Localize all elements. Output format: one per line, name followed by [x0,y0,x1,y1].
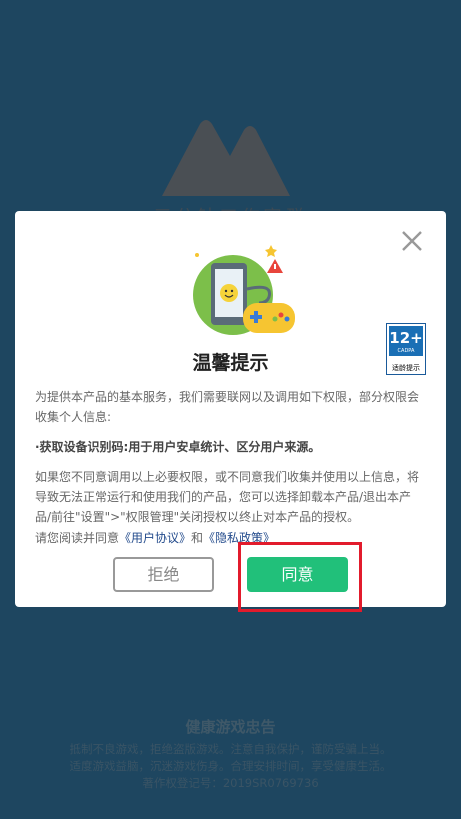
health-advice: 健康游戏忠告 抵制不良游戏，拒绝盗版游戏。注意自我保护，谨防受骗上当。 适度游戏… [0,716,461,792]
health-advice-line: 适度游戏益脑，沉迷游戏伤身。合理安排时间，享受健康生活。 [69,759,392,773]
game-phone-illustration [193,245,295,335]
health-advice-heading: 健康游戏忠告 [185,718,276,736]
health-advice-line: 抵制不良游戏，拒绝盗版游戏。注意自我保护，谨防受骗上当。 [69,742,392,756]
copyright-number: 著作权登记号：2019SR0769736 [142,776,319,790]
dialog-content: 为提供本产品的基本服务，我们需要联网以及调用如下权限，部分权限会收集个人信息: … [35,387,426,537]
accept-button-highlight [238,542,362,612]
agreement-and: 和 [191,531,204,545]
agreement-prefix: 请您阅读并同意 [35,531,120,545]
permission-intro: 为提供本产品的基本服务，我们需要联网以及调用如下权限，部分权限会收集个人信息: [35,390,420,424]
dialog-title: 温馨提示 [192,352,269,374]
permission-item: ·获取设备识别码:用于用户安卓统计、区分用户来源。 [35,440,321,454]
age-rating-number: 12+ [389,329,423,347]
reject-button[interactable]: 拒绝 [113,557,214,592]
user-agreement-link[interactable]: 《用户协议》 [119,531,191,545]
close-icon[interactable] [400,229,424,253]
permission-dialog: 12+ CADPA 适龄提示 温馨提示 为提供本产品的基本服务，我们需要联网以及… [15,211,446,607]
permission-warning: 如果您不同意调用以上必要权限，或不同意我们收集并使用以上信息，将导致无法正常运行… [35,470,420,524]
studio-logo [162,120,290,196]
